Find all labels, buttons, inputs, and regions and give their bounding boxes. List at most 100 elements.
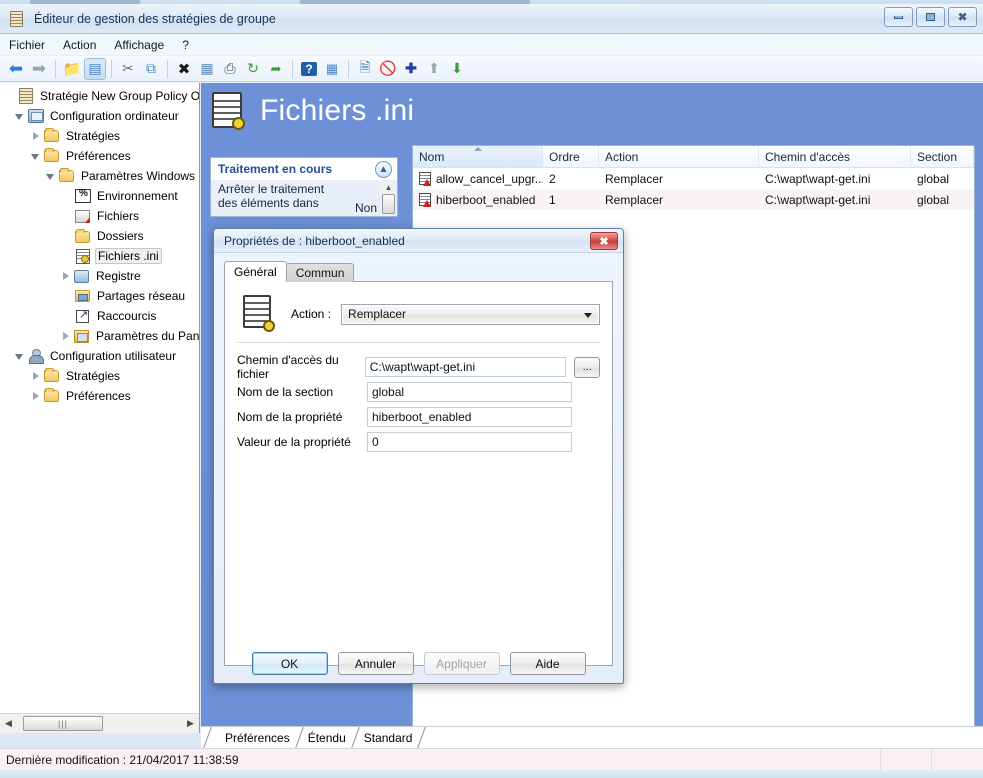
group-policy-editor-window: Éditeur de gestion des stratégies de gro… — [0, 0, 983, 778]
section-name-input[interactable]: global — [367, 382, 572, 402]
properties-icon[interactable]: ▦ — [196, 58, 218, 80]
apply-button[interactable]: Appliquer — [424, 652, 500, 675]
column-header-section[interactable]: Section — [911, 146, 974, 167]
ok-button[interactable]: OK — [252, 652, 328, 675]
disable-icon[interactable]: 🚫 — [377, 58, 399, 80]
tree-item-policies-user[interactable]: Stratégies — [0, 366, 199, 386]
refresh-icon[interactable]: ↻ — [242, 58, 264, 80]
action-select[interactable]: Remplacer — [341, 304, 600, 325]
scroll-thumb[interactable] — [382, 194, 395, 214]
chevron-up-icon[interactable]: ▲ — [375, 161, 392, 178]
cut-icon[interactable]: ✂ — [117, 58, 139, 80]
property-name-input[interactable]: hiberboot_enabled — [367, 407, 572, 427]
column-header-label: Ordre — [549, 150, 580, 164]
tab-general[interactable]: Général — [224, 261, 287, 282]
tree-item-preferences-user[interactable]: Préférences — [0, 386, 199, 406]
table-row[interactable]: hiberboot_enabled 1 Remplacer C:\wapt\wa… — [413, 189, 974, 210]
column-header-ordre[interactable]: Ordre — [543, 146, 599, 167]
print-icon[interactable]: ⎙ — [219, 58, 241, 80]
expander-collapsed[interactable] — [30, 370, 42, 382]
up-folder-icon[interactable]: 📁 — [61, 58, 83, 80]
tree-item-label: Stratégies — [64, 369, 122, 383]
delete-icon[interactable]: ✖ — [173, 58, 195, 80]
show-tree-icon[interactable]: ▤ — [84, 58, 106, 80]
menu-item-affichage[interactable]: Affichage — [105, 36, 173, 54]
tree-horizontal-scrollbar[interactable]: ◀ ||| ▶ — [0, 713, 200, 733]
file-path-input[interactable]: C:\wapt\wapt-get.ini — [365, 357, 567, 377]
tree-item-preferences-computer[interactable]: Préférences — [0, 146, 199, 166]
property-value-input[interactable]: 0 — [367, 432, 572, 452]
help-button[interactable]: Aide — [510, 652, 586, 675]
column-header-action[interactable]: Action — [599, 146, 759, 167]
cell-ordre: 1 — [543, 193, 599, 207]
move-down-icon[interactable]: ⬇ — [446, 58, 468, 80]
expander-collapsed[interactable] — [60, 270, 72, 282]
column-header-nom[interactable]: Nom — [413, 146, 543, 167]
close-button[interactable]: ✖ — [948, 7, 977, 27]
window-list-icon[interactable]: ▦ — [321, 58, 343, 80]
tree-item-fichiers-ini[interactable]: Fichiers .ini — [0, 246, 199, 266]
column-header-label: Nom — [419, 150, 444, 164]
scroll-up-icon[interactable]: ▲ — [381, 181, 396, 194]
tree-item-dossiers[interactable]: Dossiers — [0, 226, 199, 246]
column-header-label: Chemin d'accès — [765, 150, 850, 164]
scroll-thumb[interactable]: ||| — [23, 716, 103, 731]
copy-icon[interactable]: ⧉ — [140, 58, 162, 80]
column-header-label: Action — [605, 150, 638, 164]
scroll-left-icon[interactable]: ◀ — [0, 715, 17, 732]
tab-preferences[interactable]: Préférences — [217, 727, 300, 748]
menu-item-help[interactable]: ? — [173, 36, 198, 54]
field-row-property-value: Valeur de la propriété 0 — [237, 430, 600, 454]
back-icon[interactable]: ⬅ — [5, 58, 27, 80]
tree-item-control-panel-settings[interactable]: Paramètres du Panne — [0, 326, 199, 346]
tree-item-fichiers[interactable]: Fichiers — [0, 206, 199, 226]
move-up-icon[interactable]: ⬆ — [423, 58, 445, 80]
column-header-chemin[interactable]: Chemin d'accès — [759, 146, 911, 167]
forward-icon[interactable]: ➡ — [28, 58, 50, 80]
tree-item-environnement[interactable]: Environnement — [0, 186, 199, 206]
tab-etendu[interactable]: Étendu — [300, 727, 356, 748]
menu-item-fichier[interactable]: Fichier — [0, 36, 54, 54]
close-icon[interactable]: ✖ — [590, 232, 618, 250]
expander-collapsed[interactable] — [30, 390, 42, 402]
tree-item-computer-configuration[interactable]: Configuration ordinateur — [0, 106, 199, 126]
tab-standard[interactable]: Standard — [356, 727, 423, 748]
tree-item-root[interactable]: Stratégie New Group Policy Obj — [0, 86, 199, 106]
expander-collapsed[interactable] — [60, 330, 72, 342]
new-item-icon[interactable]: 🗎 — [354, 58, 376, 80]
maximize-button[interactable] — [916, 7, 945, 27]
tree-item-raccourcis[interactable]: Raccourcis — [0, 306, 199, 326]
tree-item-registre[interactable]: Registre — [0, 266, 199, 286]
table-row[interactable]: allow_cancel_upgr... 2 Remplacer C:\wapt… — [413, 168, 974, 189]
description-vertical-scrollbar[interactable]: ▲ — [381, 181, 396, 217]
tab-commun[interactable]: Commun — [286, 263, 355, 282]
browse-button[interactable]: ... — [574, 357, 600, 378]
cell-text: allow_cancel_upgr... — [436, 172, 543, 186]
cell-action: Remplacer — [599, 193, 759, 207]
expander-expanded[interactable] — [14, 110, 26, 122]
ini-item-icon — [419, 172, 433, 186]
tree-item-label: Stratégie New Group Policy Obj — [38, 89, 200, 103]
tree-item-partages-reseau[interactable]: Partages réseau — [0, 286, 199, 306]
navigation-tree[interactable]: Stratégie New Group Policy Obj Configura… — [0, 83, 200, 713]
menu-item-action[interactable]: Action — [54, 36, 105, 54]
dialog-buttons: OK Annuler Appliquer Aide — [214, 652, 623, 675]
cell-section: global — [911, 172, 974, 186]
tree-item-windows-settings[interactable]: Paramètres Windows — [0, 166, 199, 186]
tree-item-policies-computer[interactable]: Stratégies — [0, 126, 199, 146]
minimize-button[interactable] — [884, 7, 913, 27]
expander-expanded[interactable] — [45, 170, 57, 182]
content-header: Fichiers .ini — [210, 90, 414, 132]
menu-bar: Fichier Action Affichage ? — [0, 35, 983, 56]
expander-expanded[interactable] — [14, 350, 26, 362]
tree-item-user-configuration[interactable]: Configuration utilisateur — [0, 346, 199, 366]
scroll-right-icon[interactable]: ▶ — [182, 715, 199, 732]
description-title-text: Traitement en cours — [218, 162, 332, 176]
cancel-button[interactable]: Annuler — [338, 652, 414, 675]
scroll-track[interactable]: ||| — [17, 715, 182, 732]
add-icon[interactable]: ✚ — [400, 58, 422, 80]
help-icon[interactable]: ? — [298, 58, 320, 80]
expander-expanded[interactable] — [30, 150, 42, 162]
expander-collapsed[interactable] — [30, 130, 42, 142]
export-list-icon[interactable]: ➦ — [265, 58, 287, 80]
